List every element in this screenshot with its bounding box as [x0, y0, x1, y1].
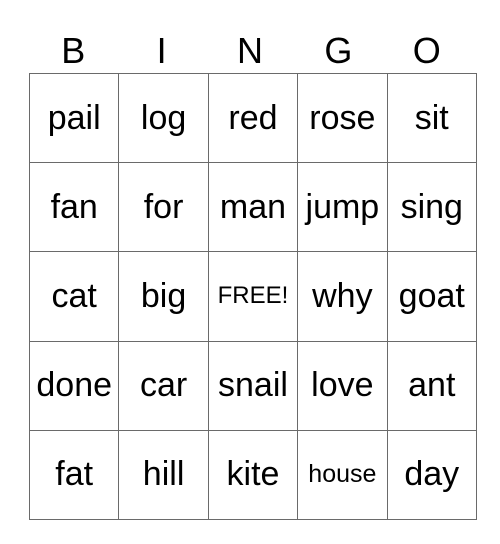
bingo-cell: fat [28, 429, 120, 520]
bingo-cell: for [118, 162, 209, 253]
bingo-cell: hill [118, 429, 209, 520]
bingo-cell: love [297, 340, 388, 431]
header-letter-i: I [156, 30, 167, 71]
header-letter-g: G [324, 30, 353, 71]
bingo-cell: sit [386, 72, 477, 164]
bingo-cell: why [297, 251, 388, 342]
header-letter-n: N [236, 30, 263, 71]
bingo-cell: jump [297, 162, 388, 253]
bingo-header: B I N G O [29, 30, 471, 72]
grid-row: fan for man jump sing [28, 162, 477, 253]
grid-row: done car snail love ant [28, 340, 477, 431]
header-letter-o: O [412, 30, 441, 71]
bingo-cell: pail [28, 72, 120, 164]
grid-row: fat hill kite house day [28, 429, 477, 520]
free-space-cell: FREE! [207, 251, 299, 342]
bingo-cell: snail [207, 340, 299, 431]
bingo-cell: cat [28, 251, 120, 342]
bingo-cell: ant [386, 340, 477, 431]
bingo-cell: log [118, 72, 209, 164]
grid-row: pail log red rose sit [28, 72, 477, 164]
bingo-card-grid: pail log red rose sit fan for man jump s… [28, 72, 477, 520]
bingo-cell: done [28, 340, 120, 431]
header-letter-b: B [61, 30, 86, 71]
bingo-cell: fan [28, 162, 120, 253]
bingo-cell: big [118, 251, 209, 342]
bingo-cell: day [386, 429, 477, 520]
bingo-cell: red [207, 72, 299, 164]
bingo-cell: man [207, 162, 299, 253]
bingo-cell: car [118, 340, 209, 431]
bingo-cell: house [297, 429, 388, 520]
bingo-cell: kite [207, 429, 299, 520]
bingo-cell: rose [297, 72, 388, 164]
bingo-cell: sing [386, 162, 477, 253]
grid-row: cat big FREE! why goat [28, 251, 477, 342]
bingo-cell: goat [386, 251, 477, 342]
